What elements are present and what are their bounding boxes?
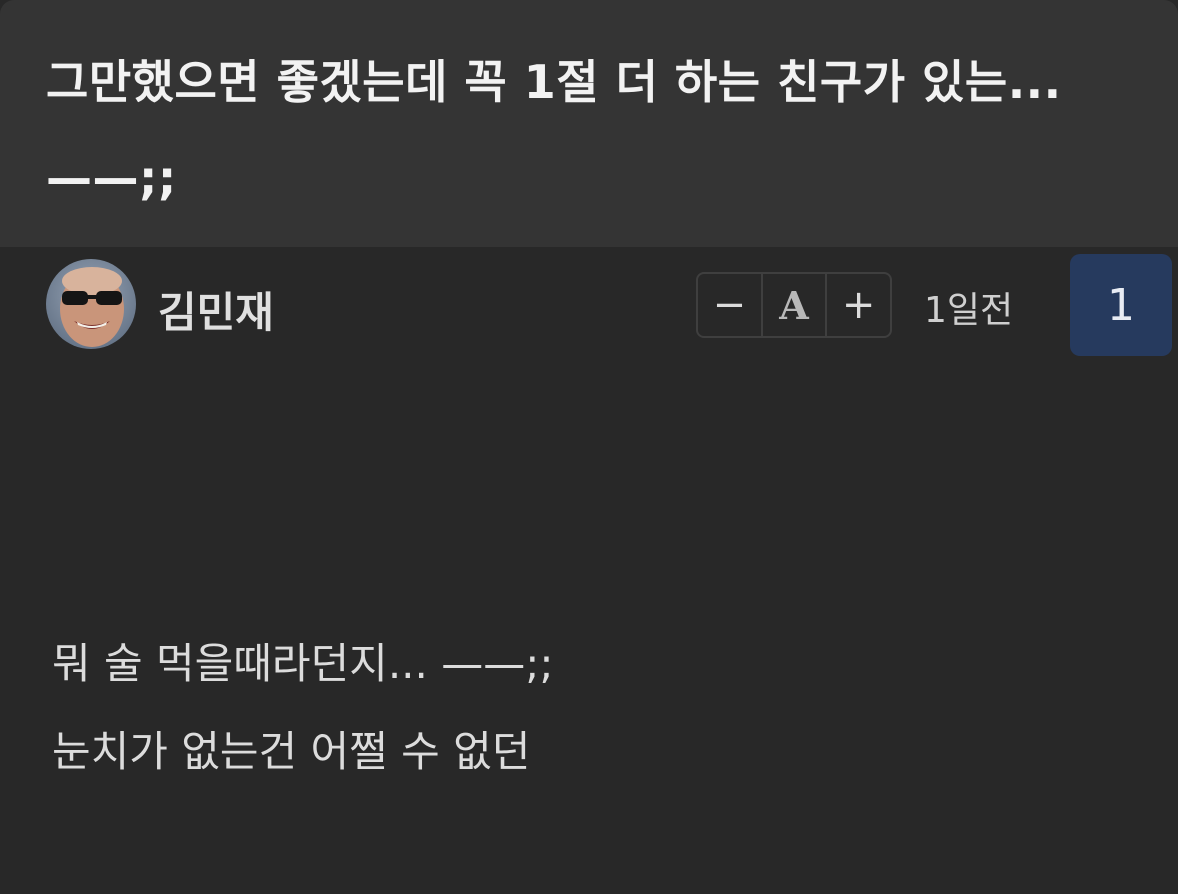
author-name[interactable]: 김민재 [158, 279, 274, 340]
post-body: 뭐 술 먹을때라던지... ——;; 눈치가 없는건 어쩔 수 없던 [52, 640, 1132, 816]
font-increase-button[interactable]: + [825, 274, 890, 336]
font-size-controls: − A + [696, 272, 892, 338]
author-avatar[interactable] [46, 259, 136, 349]
comment-count-badge[interactable]: 1 [1070, 254, 1172, 356]
post-view: 그만했으면 좋겠는데 꼭 1절 더 하는 친구가 있는... ——;; 김민재 … [0, 0, 1178, 894]
body-line: 뭐 술 먹을때라던지... ——;; [52, 639, 554, 688]
avatar-icon [46, 259, 136, 349]
post-timestamp: 1일전 [924, 290, 1014, 331]
body-line: 눈치가 없는건 어쩔 수 없던 [52, 727, 531, 776]
title-bar: 그만했으면 좋겠는데 꼭 1절 더 하는 친구가 있는... ——;; [0, 0, 1178, 247]
font-decrease-button[interactable]: − [698, 274, 761, 336]
font-reset-button[interactable]: A [760, 274, 826, 336]
post-meta: 김민재 − A + 1일전 1 [0, 247, 1178, 367]
post-title: 그만했으면 좋겠는데 꼭 1절 더 하는 친구가 있는... ——;; [46, 55, 1062, 205]
